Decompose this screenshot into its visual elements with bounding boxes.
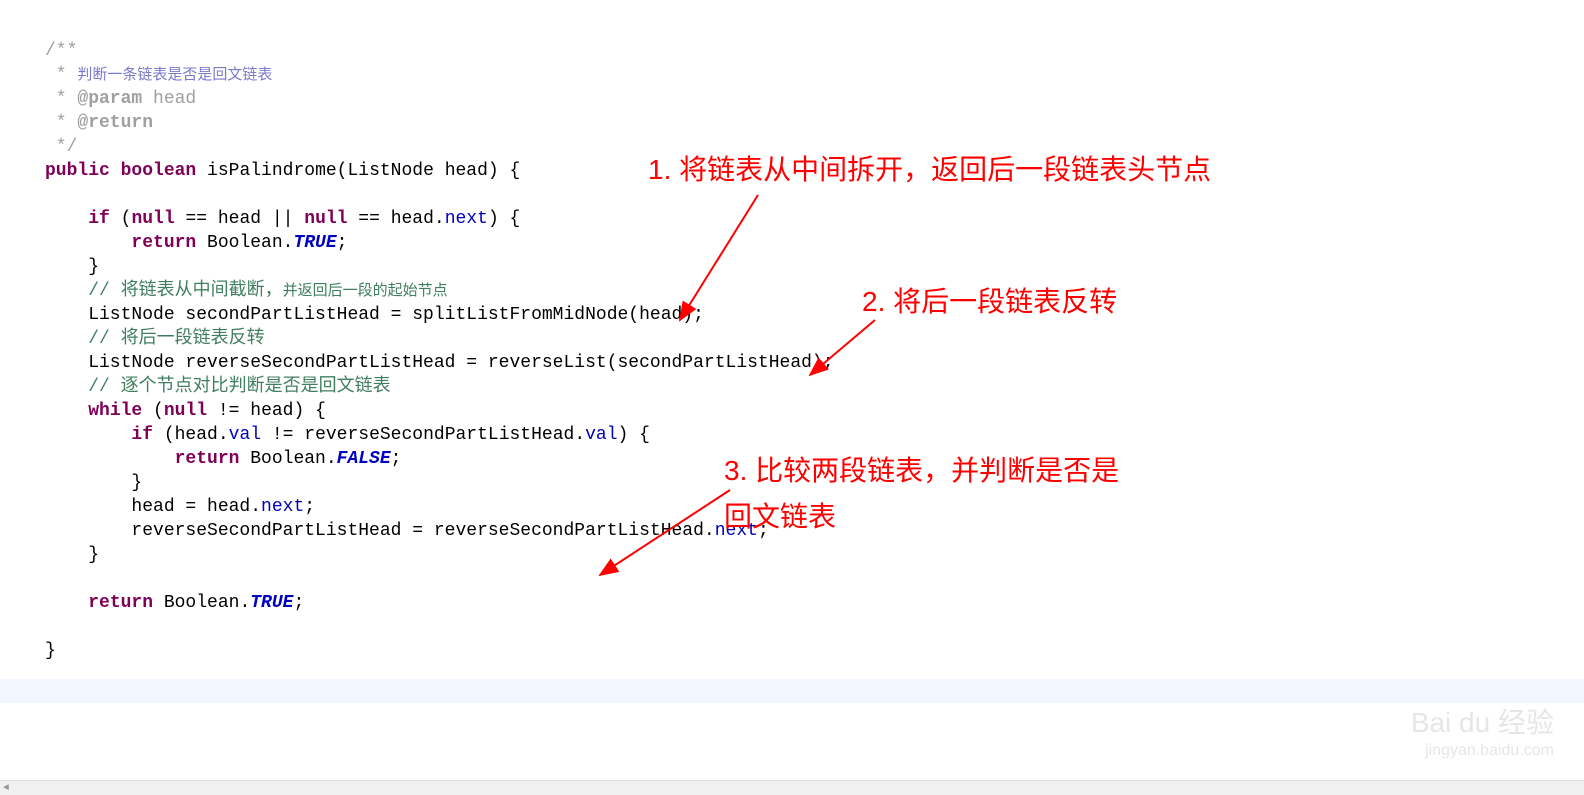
annotation-3: 3. 比较两段链表，并判断是否是 回文链表 (724, 448, 1119, 540)
kw-if: if (131, 425, 153, 445)
kw-if: if (88, 209, 110, 229)
javadoc-star: * (45, 113, 77, 133)
watermark-sub: jingyan.baidu.com (1411, 737, 1554, 765)
const-true: TRUE (250, 593, 293, 613)
field-val: val (585, 425, 617, 445)
code-block: /** * 判断一条链表是否是回文链表 * @param head * @ret… (45, 15, 834, 663)
field-next: next (261, 497, 304, 517)
javadoc-open: /** (45, 41, 77, 61)
javadoc-star: * (45, 89, 77, 109)
const-false: FALSE (337, 449, 391, 469)
javadoc-desc: 判断一条链表是否是回文链表 (77, 66, 272, 83)
comment-split-small: 并返回后一段的起始节点 (283, 282, 448, 299)
horizontal-scrollbar[interactable]: ◄ (0, 780, 1584, 795)
watermark: Bai du 经验 jingyan.baidu.com (1411, 709, 1554, 765)
kw-while: while (88, 401, 142, 421)
stmt-split: ListNode secondPartListHead = splitListF… (45, 305, 704, 325)
const-true: TRUE (293, 233, 336, 253)
kw-return: return (175, 449, 240, 469)
javadoc-close: */ (45, 137, 77, 157)
javadoc-param-name: head (142, 89, 196, 109)
annotation-3-line2: 回文链表 (724, 494, 1119, 540)
kw-null: null (164, 401, 207, 421)
field-val: val (229, 425, 261, 445)
javadoc-param-tag: @param (77, 89, 142, 109)
current-line-highlight (0, 679, 1584, 703)
comment-compare: // 逐个节点对比判断是否是回文链表 (88, 377, 390, 397)
scroll-left-icon[interactable]: ◄ (3, 783, 9, 794)
kw-return: return (131, 233, 196, 253)
comment-reverse: // 将后一段链表反转 (88, 329, 264, 349)
javadoc-star: * (45, 65, 77, 85)
comment-split: // 将链表从中间截断， (88, 281, 282, 301)
stmt-reverse: ListNode reverseSecondPartListHead = rev… (45, 353, 834, 373)
method-sig: isPalindrome(ListNode head) { (196, 161, 520, 181)
kw-null: null (304, 209, 347, 229)
annotation-3-line1: 3. 比较两段链表，并判断是否是 (724, 448, 1119, 494)
annotation-2: 2. 将后一段链表反转 (862, 280, 1117, 320)
field-next: next (445, 209, 488, 229)
kw-public: public (45, 161, 110, 181)
watermark-main: Bai du 经验 (1411, 709, 1554, 737)
kw-return: return (88, 593, 153, 613)
annotation-1: 1. 将链表从中间拆开，返回后一段链表头节点 (648, 148, 1211, 188)
kw-null: null (131, 209, 174, 229)
kw-boolean: boolean (121, 161, 197, 181)
javadoc-return-tag: @return (77, 113, 153, 133)
